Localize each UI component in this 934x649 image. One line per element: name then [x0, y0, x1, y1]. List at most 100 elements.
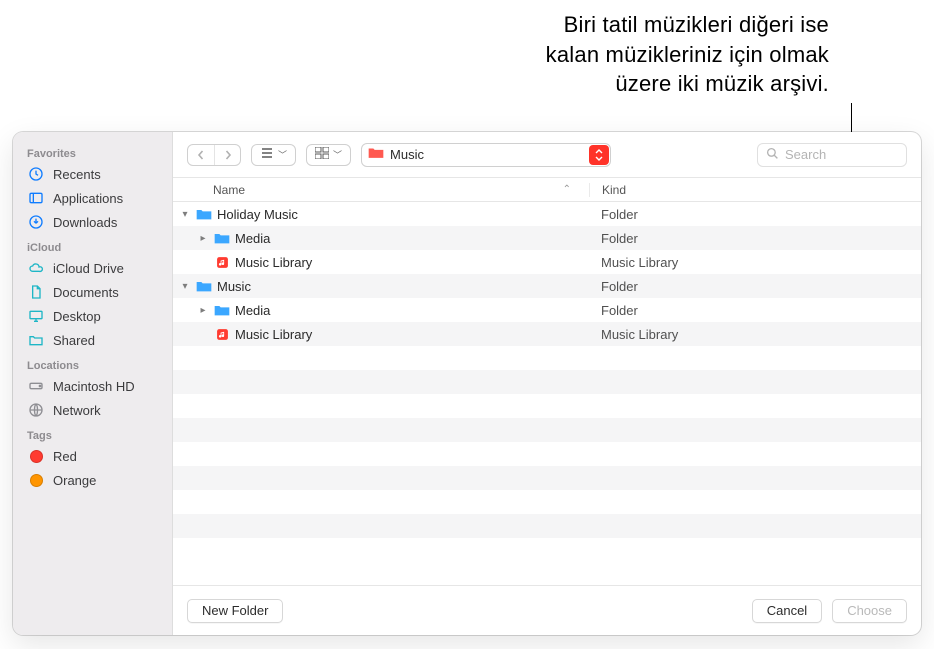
disclosure-triangle-icon[interactable]: ▾ [179, 209, 191, 220]
table-row-empty [173, 514, 921, 538]
view-group-button[interactable]: ﹀ [306, 144, 351, 166]
table-row[interactable]: ▸ Media Folder [173, 298, 921, 322]
sidebar-item-applications[interactable]: Applications [13, 186, 172, 210]
annotation-line: üzere iki müzik arşivi. [546, 69, 829, 99]
file-kind: Folder [589, 303, 921, 318]
table-row[interactable]: Music Library Music Library [173, 250, 921, 274]
table-row-empty [173, 466, 921, 490]
search-placeholder: Search [785, 147, 826, 162]
download-icon [27, 213, 45, 231]
sidebar-section-icloud: iCloud [13, 234, 172, 256]
main-pane: ﹀ ﹀ Music Search [173, 132, 921, 635]
file-kind: Folder [589, 279, 921, 294]
new-folder-button[interactable]: New Folder [187, 599, 283, 623]
file-name: Music Library [235, 327, 312, 342]
sidebar-item-recents[interactable]: Recents [13, 162, 172, 186]
nav-back-forward[interactable] [187, 144, 241, 166]
shared-folder-icon [27, 331, 45, 349]
grid-icon [315, 147, 329, 162]
desktop-icon [27, 307, 45, 325]
file-name: Holiday Music [217, 207, 298, 222]
tag-red-icon [27, 447, 45, 465]
sidebar-item-desktop[interactable]: Desktop [13, 304, 172, 328]
disclosure-triangle-icon[interactable]: ▸ [197, 305, 209, 316]
table-row-empty [173, 370, 921, 394]
help-annotation: Biri tatil müzikleri diğeri ise kalan mü… [546, 10, 829, 99]
sidebar-item-tag-orange[interactable]: Orange [13, 468, 172, 492]
folder-icon [195, 278, 213, 294]
finder-dialog: Favorites Recents Applications Downloads… [13, 132, 921, 635]
file-kind: Music Library [589, 327, 921, 342]
disclosure-triangle-icon[interactable]: ▸ [197, 233, 209, 244]
search-icon [766, 147, 779, 163]
popup-arrows-icon [589, 145, 609, 165]
apps-icon [27, 189, 45, 207]
path-label: Music [390, 147, 424, 162]
folder-icon [213, 302, 231, 318]
sidebar-item-network[interactable]: Network [13, 398, 172, 422]
column-headers: Name ⌃ Kind [173, 178, 921, 202]
clock-icon [27, 165, 45, 183]
file-kind: Music Library [589, 255, 921, 270]
cancel-button[interactable]: Cancel [752, 599, 822, 623]
path-popup[interactable]: Music [361, 143, 611, 167]
sidebar-item-label: Documents [53, 285, 119, 300]
sidebar-section-locations: Locations [13, 352, 172, 374]
table-row[interactable]: Music Library Music Library [173, 322, 921, 346]
sidebar-section-favorites: Favorites [13, 140, 172, 162]
sidebar-item-label: Desktop [53, 309, 101, 324]
chevron-down-icon: ﹀ [333, 148, 342, 161]
sidebar-item-icloud-drive[interactable]: iCloud Drive [13, 256, 172, 280]
file-name: Music [217, 279, 251, 294]
sidebar-item-label: Network [53, 403, 101, 418]
column-header-kind[interactable]: Kind [589, 183, 921, 197]
sidebar-item-downloads[interactable]: Downloads [13, 210, 172, 234]
chevron-down-icon: ﹀ [278, 148, 287, 161]
sidebar-item-tag-red[interactable]: Red [13, 444, 172, 468]
disclosure-triangle-icon[interactable]: ▾ [179, 281, 191, 292]
column-header-name[interactable]: Name ⌃ [173, 183, 589, 197]
sidebar-section-tags: Tags [13, 422, 172, 444]
choose-button[interactable]: Choose [832, 599, 907, 623]
document-icon [27, 283, 45, 301]
annotation-line: kalan müzikleriniz için olmak [546, 40, 829, 70]
table-row-empty [173, 418, 921, 442]
disk-icon [27, 377, 45, 395]
music-library-icon [213, 254, 231, 270]
file-name: Media [235, 303, 270, 318]
table-row-empty [173, 442, 921, 466]
table-row-empty [173, 490, 921, 514]
search-field[interactable]: Search [757, 143, 907, 167]
file-name: Music Library [235, 255, 312, 270]
sidebar-item-label: iCloud Drive [53, 261, 124, 276]
sidebar-item-shared[interactable]: Shared [13, 328, 172, 352]
list-icon [260, 147, 274, 162]
dialog-footer: New Folder Cancel Choose [173, 585, 921, 635]
file-name: Media [235, 231, 270, 246]
sidebar-item-macintosh-hd[interactable]: Macintosh HD [13, 374, 172, 398]
sidebar-item-documents[interactable]: Documents [13, 280, 172, 304]
forward-button[interactable] [214, 145, 240, 165]
table-row[interactable]: ▸MediaFolder [173, 226, 921, 250]
sidebar: Favorites Recents Applications Downloads… [13, 132, 173, 635]
sidebar-item-label: Applications [53, 191, 123, 206]
view-list-button[interactable]: ﹀ [251, 144, 296, 166]
table-row[interactable]: ▾ Music Folder [173, 274, 921, 298]
back-button[interactable] [188, 145, 214, 165]
folder-icon [368, 146, 384, 164]
sidebar-item-label: Downloads [53, 215, 117, 230]
sidebar-item-label: Red [53, 449, 77, 464]
file-list: ▾ Holiday Music Folder ▸ Media Folder Music Li… [173, 202, 921, 585]
column-header-label: Name [213, 183, 245, 197]
file-kind: Folder [589, 207, 921, 222]
globe-icon [27, 401, 45, 419]
music-library-icon [213, 326, 231, 342]
column-header-label: Kind [602, 183, 626, 197]
cloud-icon [27, 259, 45, 277]
folder-icon [213, 230, 231, 246]
table-row[interactable]: ▾ Holiday Music Folder [173, 202, 921, 226]
tag-orange-icon [27, 471, 45, 489]
folder-icon [195, 206, 213, 222]
annotation-line: Biri tatil müzikleri diğeri ise [546, 10, 829, 40]
table-row-empty [173, 346, 921, 370]
